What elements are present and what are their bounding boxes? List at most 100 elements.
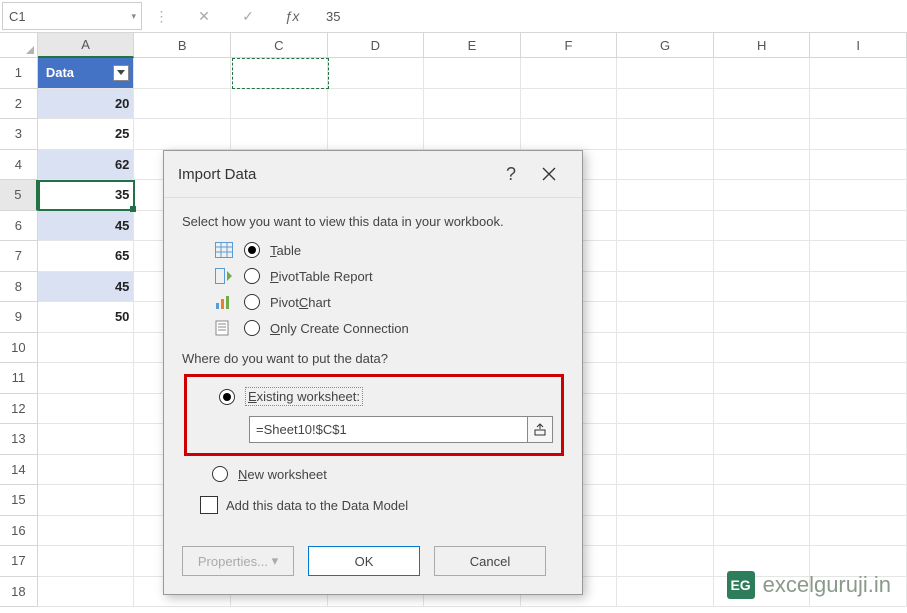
ok-button[interactable]: OK [308, 546, 420, 576]
cell[interactable] [714, 455, 811, 486]
cell[interactable] [810, 394, 907, 425]
row-header[interactable]: 6 [0, 211, 38, 242]
row-header[interactable]: 10 [0, 333, 38, 364]
data-model-checkbox[interactable] [200, 496, 218, 514]
cell[interactable] [810, 333, 907, 364]
cell[interactable] [617, 455, 714, 486]
cell[interactable] [617, 58, 714, 89]
cell[interactable] [38, 485, 135, 516]
enter-entry-icon[interactable]: ✓ [226, 8, 270, 25]
row-header[interactable]: 18 [0, 577, 38, 608]
col-header-I[interactable]: I [810, 33, 907, 58]
col-header-B[interactable]: B [134, 33, 231, 58]
cell[interactable] [38, 394, 135, 425]
cell[interactable] [714, 119, 811, 150]
dialog-titlebar[interactable]: Import Data ? [164, 151, 582, 198]
cell[interactable] [38, 546, 135, 577]
cell[interactable] [134, 58, 231, 89]
cell[interactable] [810, 119, 907, 150]
cell[interactable] [810, 424, 907, 455]
row-header[interactable]: 15 [0, 485, 38, 516]
cell[interactable]: Data [38, 58, 135, 89]
option-connection[interactable]: Only Create Connection [182, 315, 564, 341]
cell[interactable]: 45 [38, 272, 135, 303]
cell[interactable] [810, 211, 907, 242]
cell[interactable] [521, 58, 618, 89]
cell[interactable] [38, 516, 135, 547]
cell[interactable] [617, 89, 714, 120]
radio-new-worksheet[interactable] [212, 466, 228, 482]
fx-icon[interactable]: ƒx [270, 8, 314, 24]
cell[interactable]: 25 [38, 119, 135, 150]
cell[interactable]: 45 [38, 211, 135, 242]
col-header-C[interactable]: C [231, 33, 328, 58]
select-all-corner[interactable] [0, 33, 38, 58]
radio-connection[interactable] [244, 320, 260, 336]
row-header[interactable]: 13 [0, 424, 38, 455]
radio-pivottable[interactable] [244, 268, 260, 284]
row-header[interactable]: 5 [0, 180, 38, 211]
cell[interactable] [714, 180, 811, 211]
option-new-worksheet[interactable]: New worksheet [182, 462, 564, 486]
cell[interactable] [617, 119, 714, 150]
cell[interactable] [714, 150, 811, 181]
range-picker-button[interactable] [528, 416, 553, 443]
row-header[interactable]: 14 [0, 455, 38, 486]
radio-existing-worksheet[interactable] [219, 389, 235, 405]
help-icon[interactable]: ? [492, 151, 530, 197]
cell[interactable] [231, 119, 328, 150]
cell[interactable] [714, 516, 811, 547]
cell[interactable] [521, 89, 618, 120]
row-header[interactable]: 12 [0, 394, 38, 425]
cell[interactable] [231, 89, 328, 120]
cell[interactable] [38, 424, 135, 455]
cell[interactable] [617, 394, 714, 425]
filter-dropdown-icon[interactable] [113, 65, 129, 81]
col-header-G[interactable]: G [617, 33, 714, 58]
option-pivotchart[interactable]: PivotChart [182, 289, 564, 315]
cell[interactable] [617, 424, 714, 455]
cell[interactable] [714, 241, 811, 272]
cell[interactable] [617, 302, 714, 333]
row-header[interactable]: 17 [0, 546, 38, 577]
cell[interactable] [714, 394, 811, 425]
cell[interactable]: 62 [38, 150, 135, 181]
col-header-E[interactable]: E [424, 33, 521, 58]
radio-pivotchart[interactable] [244, 294, 260, 310]
cell[interactable] [38, 577, 135, 608]
cell[interactable] [134, 119, 231, 150]
cell[interactable] [231, 58, 328, 89]
cell[interactable] [810, 363, 907, 394]
cell[interactable] [810, 485, 907, 516]
col-header-D[interactable]: D [328, 33, 425, 58]
option-pivottable[interactable]: PivotTable Report [182, 263, 564, 289]
cell[interactable] [38, 333, 135, 364]
cancel-button[interactable]: Cancel [434, 546, 546, 576]
row-header[interactable]: 4 [0, 150, 38, 181]
cell[interactable] [617, 485, 714, 516]
radio-table[interactable] [244, 242, 260, 258]
row-header[interactable]: 7 [0, 241, 38, 272]
row-header[interactable]: 2 [0, 89, 38, 120]
cell[interactable] [424, 119, 521, 150]
cell[interactable] [424, 58, 521, 89]
col-header-F[interactable]: F [521, 33, 618, 58]
cell[interactable] [810, 89, 907, 120]
cell[interactable]: 65 [38, 241, 135, 272]
cell[interactable] [810, 272, 907, 303]
cell[interactable] [714, 485, 811, 516]
cell[interactable] [617, 211, 714, 242]
cell[interactable] [714, 333, 811, 364]
cell[interactable] [328, 119, 425, 150]
cell[interactable] [424, 89, 521, 120]
cancel-entry-icon[interactable]: ✕ [182, 8, 226, 25]
cell[interactable] [810, 150, 907, 181]
properties-button[interactable]: Properties... ▾ [182, 546, 294, 576]
col-header-H[interactable]: H [714, 33, 811, 58]
reference-input[interactable]: =Sheet10!$C$1 [249, 416, 528, 443]
close-icon[interactable] [530, 151, 568, 197]
cell[interactable] [38, 455, 135, 486]
cell[interactable]: 50 [38, 302, 135, 333]
row-header[interactable]: 1 [0, 58, 38, 89]
cell[interactable] [617, 516, 714, 547]
